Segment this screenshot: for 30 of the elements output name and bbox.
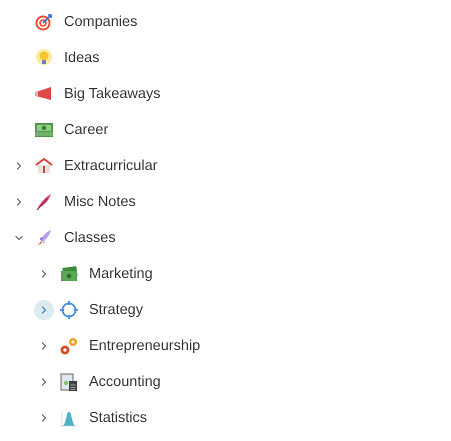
chevron-icon[interactable] xyxy=(39,305,49,315)
tree-item-label[interactable]: Career xyxy=(64,122,108,138)
tree-item-label[interactable]: Accounting xyxy=(89,374,161,390)
chevron-icon[interactable] xyxy=(39,341,49,351)
cash-stack-icon xyxy=(59,264,79,284)
crosshair-icon xyxy=(59,300,79,320)
calculator-icon xyxy=(59,372,79,392)
chevron-icon[interactable] xyxy=(39,377,49,387)
tree-item-label[interactable]: Classes xyxy=(64,230,116,246)
tree-item-label[interactable]: Entrepreneurship xyxy=(89,338,200,354)
chevron-icon[interactable] xyxy=(14,197,24,207)
banknotes-icon xyxy=(34,120,54,140)
gears-icon xyxy=(59,336,79,356)
chevron-icon[interactable] xyxy=(39,269,49,279)
tree-item-label[interactable]: Statistics xyxy=(89,410,148,426)
tree-item-label[interactable]: Ideas xyxy=(64,50,100,66)
schoolhouse-icon xyxy=(34,156,54,176)
tree-item-label[interactable]: Extracurricular xyxy=(64,158,158,174)
chevron-icon[interactable] xyxy=(14,161,24,171)
tree-item-label[interactable]: Big Takeaways xyxy=(64,86,160,102)
lightbulb-icon xyxy=(34,48,54,68)
feather-icon xyxy=(34,192,54,212)
tree-item-label[interactable]: Misc Notes xyxy=(64,194,136,210)
chevron-icon[interactable] xyxy=(14,233,24,243)
chevron-button[interactable] xyxy=(34,300,54,320)
tree-item-label[interactable]: Strategy xyxy=(89,302,143,318)
target-icon xyxy=(34,12,54,32)
tree-item-label[interactable]: Companies xyxy=(64,14,138,30)
chevron-icon[interactable] xyxy=(39,413,49,423)
tree-item-label[interactable]: Marketing xyxy=(89,266,153,282)
